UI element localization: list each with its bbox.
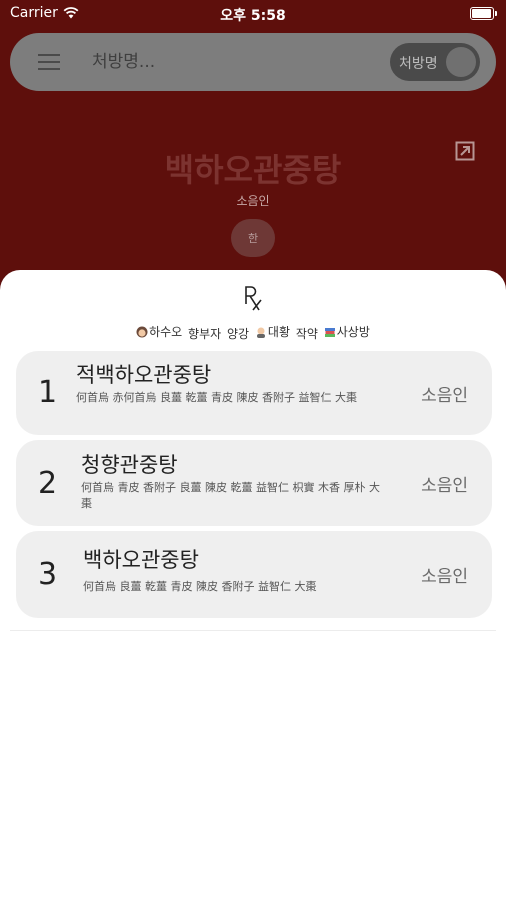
page-subtitle: 소음인 (236, 194, 270, 208)
result-name: 청향관중탕 (81, 453, 178, 477)
result-card[interactable]: 2 청향관중탕 何首烏 青皮 香附子 良薑 陳皮 乾薑 益智仁 枳實 木香 厚朴… (16, 440, 492, 526)
status-bar: Carrier 오후 5:58 (0, 0, 506, 28)
search-mode-toggle[interactable]: 처방명 (390, 43, 480, 81)
result-name: 적백하오관중탕 (76, 363, 212, 387)
result-herbs: 何首烏 良薑 乾薑 青皮 陳皮 香附子 益智仁 大棗 (83, 580, 317, 593)
tag-label: 양강 (227, 326, 250, 341)
tag[interactable]: 향부자 (188, 325, 221, 342)
result-herbs: 何首烏 赤何首烏 良薑 乾薑 青皮 陳皮 香附子 益智仁 大棗 (76, 391, 357, 404)
ingredient-tags: 하수오 향부자 양강 대황 작약 사상방 (0, 323, 506, 342)
status-time: 오후 5:58 (220, 8, 286, 24)
person-icon (256, 327, 265, 338)
tag-label: 하수오 (149, 325, 183, 339)
tag-label: 사상방 (336, 325, 370, 339)
result-rank: 1 (38, 375, 58, 410)
tag[interactable]: 대황 (255, 323, 290, 340)
tag[interactable]: 양강 (227, 325, 249, 342)
tag[interactable]: 사상방 (324, 323, 370, 340)
battery-level (472, 9, 491, 18)
books-icon (324, 327, 335, 337)
tag[interactable]: 하수오 (136, 323, 182, 340)
result-card[interactable]: 3 백하오관중탕 何首烏 良薑 乾薑 青皮 陳皮 香附子 益智仁 大棗 소음인 (16, 531, 492, 618)
result-rank: 3 (38, 557, 58, 592)
result-source: 소음인 (421, 567, 468, 587)
result-card[interactable]: 1 적백하오관중탕 何首烏 赤何首烏 良薑 乾薑 青皮 陳皮 香附子 益智仁 大… (16, 351, 492, 435)
search-input[interactable] (92, 50, 372, 74)
tag-label: 작약 (295, 326, 318, 341)
divider (10, 630, 496, 631)
tag-label: 대황 (267, 325, 291, 339)
page-title: 백하오관중탕 (164, 151, 342, 189)
menu-icon[interactable] (38, 54, 60, 70)
battery-icon (470, 7, 497, 20)
hanja-toggle-button[interactable]: 한 (231, 219, 275, 257)
result-rank: 2 (38, 466, 58, 501)
search-bar: 처방명 (10, 33, 496, 91)
result-source: 소음인 (421, 386, 468, 406)
toggle-knob (446, 47, 476, 77)
result-name: 백하오관중탕 (83, 548, 199, 572)
result-source: 소음인 (421, 476, 468, 496)
tag[interactable]: 작약 (296, 325, 318, 342)
toggle-label: 처방명 (399, 56, 438, 72)
result-herbs: 何首烏 青皮 香附子 良薑 陳皮 乾薑 益智仁 枳實 木香 厚朴 大棗 (81, 481, 380, 510)
tag-label: 향부자 (188, 326, 222, 341)
person-icon (136, 326, 148, 337)
rx-icon (245, 286, 262, 311)
results-sheet: 하수오 향부자 양강 대황 작약 사상방 1 적백하오관중탕 何首烏 赤何首烏 … (0, 270, 506, 900)
